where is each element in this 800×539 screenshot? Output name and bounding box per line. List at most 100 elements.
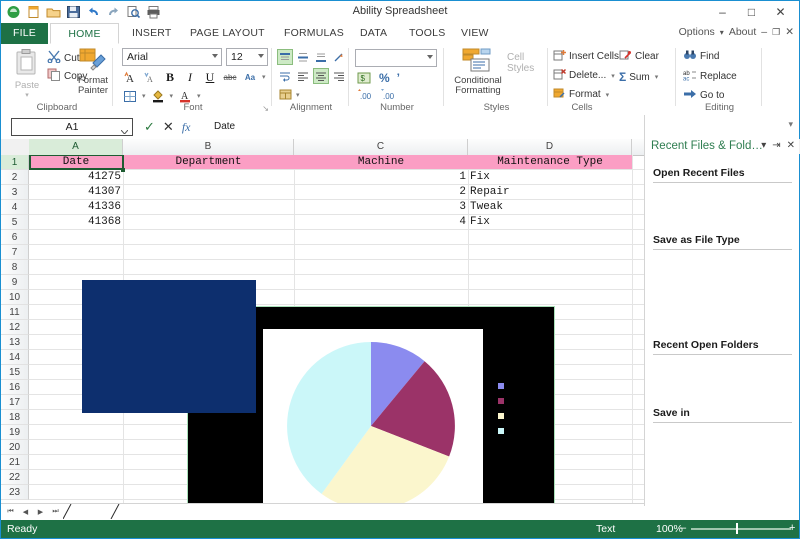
row-header-5[interactable]: 5 xyxy=(1,215,29,230)
row-header-1[interactable]: 1 xyxy=(1,155,29,170)
grow-font-button[interactable]: A xyxy=(122,69,138,85)
row-header-7[interactable]: 7 xyxy=(1,245,29,260)
fill-handle[interactable] xyxy=(121,168,125,172)
align-left-button[interactable] xyxy=(295,68,311,84)
zoom-out-button[interactable]: – xyxy=(680,522,686,534)
row-header-14[interactable]: 14 xyxy=(1,350,29,365)
cell-c1[interactable]: Machine xyxy=(294,155,468,169)
font-dialog-launcher[interactable]: ↘ xyxy=(262,104,269,113)
align-center-button[interactable] xyxy=(313,68,329,84)
row-header-21[interactable]: 21 xyxy=(1,455,29,470)
row-header-19[interactable]: 19 xyxy=(1,425,29,440)
merge-chevron-down-icon[interactable]: ▾ xyxy=(296,91,300,99)
task-pane-dropdown-icon[interactable]: ▾ xyxy=(761,140,766,151)
task-pane-close-icon[interactable]: ✕ xyxy=(787,140,795,151)
row-header-11[interactable]: 11 xyxy=(1,305,29,320)
conditional-formatting-button[interactable]: Conditional Formatting xyxy=(449,47,507,96)
tab-formulas[interactable]: FORMULAS xyxy=(273,23,355,44)
cell-d5[interactable]: Fix xyxy=(468,215,632,229)
text-effects-chevron-down-icon[interactable]: ▾ xyxy=(262,73,266,81)
align-bottom-button[interactable] xyxy=(313,49,329,65)
font-color-chevron-down-icon[interactable]: ▾ xyxy=(197,92,201,100)
clear-button[interactable]: Clear xyxy=(619,49,659,64)
borders-chevron-down-icon[interactable]: ▾ xyxy=(142,92,146,100)
insert-function-icon[interactable]: fx xyxy=(182,120,191,135)
cell-d2[interactable]: Fix xyxy=(468,170,632,184)
row-header-20[interactable]: 20 xyxy=(1,440,29,455)
row-header-2[interactable]: 2 xyxy=(1,170,29,185)
format-painter-button[interactable]: Format Painter xyxy=(74,47,112,96)
font-name-input[interactable]: Arial xyxy=(122,48,222,66)
insert-cells-button[interactable]: Insert Cells ▾ xyxy=(553,49,628,64)
chevron-down-icon[interactable] xyxy=(258,54,264,58)
cell-d3[interactable]: Repair xyxy=(468,185,632,199)
text-effects-button[interactable]: Aa xyxy=(242,69,258,85)
paste-button[interactable]: Paste ▾ xyxy=(7,48,47,101)
cell-b1[interactable]: Department xyxy=(123,155,294,169)
about-button[interactable]: About xyxy=(729,26,756,38)
align-top-button[interactable] xyxy=(277,49,293,65)
tab-insert[interactable]: INSERT xyxy=(121,23,183,44)
sheet-tab-area[interactable] xyxy=(63,504,183,519)
column-header-d[interactable]: D xyxy=(468,139,632,155)
paste-chevron-down-icon[interactable]: ▾ xyxy=(25,91,29,101)
chevron-down-icon[interactable] xyxy=(121,125,128,129)
italic-button[interactable]: I xyxy=(182,69,198,85)
tab-home[interactable]: HOME xyxy=(50,23,119,44)
delete-cells-button[interactable]: Delete... ▾ xyxy=(553,68,615,83)
cell-a5[interactable]: 41368 xyxy=(29,215,123,229)
align-right-button[interactable] xyxy=(331,68,347,84)
zoom-in-button[interactable]: + xyxy=(789,522,795,534)
row-header-22[interactable]: 22 xyxy=(1,470,29,485)
wrap-text-button[interactable] xyxy=(277,68,293,84)
prev-sheet-button[interactable]: ◀ xyxy=(19,505,32,518)
cancel-formula-button[interactable]: ✕ xyxy=(163,119,174,135)
ribbon-minimize-button[interactable]: – xyxy=(761,26,767,38)
navy-rectangle-shape-overlay[interactable] xyxy=(82,280,256,413)
maximize-button[interactable]: □ xyxy=(737,2,766,21)
delete-cells-chevron-down-icon[interactable]: ▾ xyxy=(611,72,615,80)
next-sheet-button[interactable]: ▶ xyxy=(34,505,47,518)
tab-tools[interactable]: TOOLS xyxy=(398,23,456,44)
accept-formula-button[interactable]: ✓ xyxy=(144,119,155,135)
task-pane-pin-icon[interactable]: ⇥ xyxy=(772,140,780,151)
tab-file[interactable]: FILE xyxy=(1,23,48,44)
row-header-15[interactable]: 15 xyxy=(1,365,29,380)
number-format-select[interactable] xyxy=(355,49,437,67)
column-header-b[interactable]: B xyxy=(123,139,294,155)
sum-button[interactable]: Σ Sum ▾ xyxy=(619,70,658,84)
column-header-c[interactable]: C xyxy=(294,139,468,155)
row-header-17[interactable]: 17 xyxy=(1,395,29,410)
shrink-font-button[interactable]: A xyxy=(142,69,158,85)
first-sheet-button[interactable]: ⏮ xyxy=(4,505,17,518)
row-header-13[interactable]: 13 xyxy=(1,335,29,350)
chevron-down-icon[interactable] xyxy=(212,54,218,58)
zoom-slider-handle[interactable] xyxy=(736,523,738,534)
cell-d1[interactable]: Maintenance Type xyxy=(468,155,632,169)
row-header-4[interactable]: 4 xyxy=(1,200,29,215)
name-box[interactable]: A1 xyxy=(11,118,133,136)
row-header-3[interactable]: 3 xyxy=(1,185,29,200)
row-header-6[interactable]: 6 xyxy=(1,230,29,245)
pane-collapse-icon[interactable]: ▾ xyxy=(788,119,793,130)
row-header-9[interactable]: 9 xyxy=(1,275,29,290)
find-button[interactable]: Find xyxy=(683,49,719,64)
row-header-23[interactable]: 23 xyxy=(1,485,29,500)
merge-cells-button[interactable] xyxy=(277,87,293,103)
row-header-18[interactable]: 18 xyxy=(1,410,29,425)
strikethrough-button[interactable]: abc xyxy=(222,69,238,85)
fill-color-chevron-down-icon[interactable]: ▾ xyxy=(170,92,174,100)
tab-view[interactable]: VIEW xyxy=(450,23,500,44)
spreadsheet-grid[interactable]: A B C D 12345678910111213141516171819202… xyxy=(1,139,646,506)
accounting-format-button[interactable]: $ xyxy=(356,70,372,86)
formula-input[interactable]: Date xyxy=(214,121,235,132)
ribbon-restore-button[interactable]: ❐ xyxy=(772,27,780,38)
cell-a4[interactable]: 41336 xyxy=(29,200,123,214)
format-cells-chevron-down-icon[interactable]: ▾ xyxy=(606,91,610,99)
row-header-8[interactable]: 8 xyxy=(1,260,29,275)
ribbon-close-button[interactable]: ✕ xyxy=(785,26,794,38)
sum-chevron-down-icon[interactable]: ▾ xyxy=(655,73,659,81)
row-header-16[interactable]: 16 xyxy=(1,380,29,395)
comma-format-button[interactable]: ’ xyxy=(397,71,400,85)
options-chevron-down-icon[interactable]: ▾ xyxy=(720,28,724,37)
